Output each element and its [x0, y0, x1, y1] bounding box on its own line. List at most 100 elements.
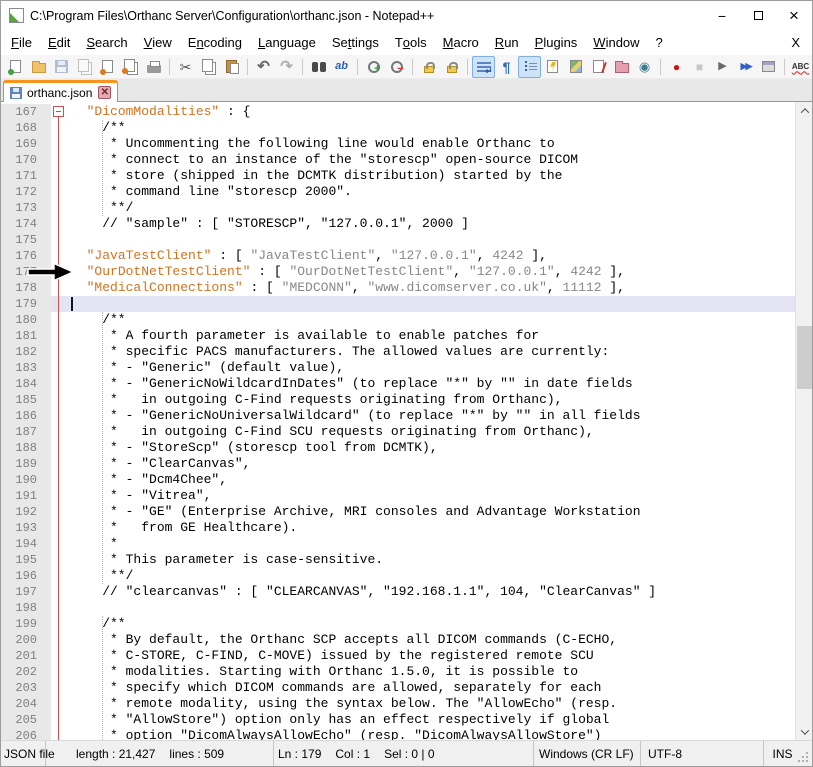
- code-line[interactable]: 187 * in outgoing C-Find SCU requests or…: [1, 424, 795, 440]
- fold-margin[interactable]: [51, 600, 67, 616]
- fold-margin[interactable]: [51, 456, 67, 472]
- find-icon[interactable]: [307, 56, 330, 78]
- line-number[interactable]: 172: [1, 184, 51, 200]
- code-line[interactable]: 195 * This parameter is case-sensitive.: [1, 552, 795, 568]
- tab-close-icon[interactable]: ✕: [98, 86, 111, 99]
- code-line[interactable]: 189 * - "ClearCanvas",: [1, 456, 795, 472]
- document-map-icon[interactable]: [564, 56, 587, 78]
- document-list-icon[interactable]: [587, 56, 610, 78]
- code-text[interactable]: [67, 600, 795, 616]
- code-text[interactable]: **/: [67, 200, 795, 216]
- code-text[interactable]: * command line "storescp 2000".: [67, 184, 795, 200]
- show-all-characters-icon[interactable]: ¶: [495, 56, 518, 78]
- code-line[interactable]: 197 // "clearcanvas" : [ "CLEARCANVAS", …: [1, 584, 795, 600]
- line-number[interactable]: 176: [1, 248, 51, 264]
- code-text[interactable]: // "clearcanvas" : [ "CLEARCANVAS", "192…: [67, 584, 795, 600]
- code-line[interactable]: 178 "MedicalConnections" : [ "MEDCONN", …: [1, 280, 795, 296]
- code-line[interactable]: 202 * modalities. Starting with Orthanc …: [1, 664, 795, 680]
- code-line[interactable]: 201 * C-STORE, C-FIND, C-MOVE) issued by…: [1, 648, 795, 664]
- code-line[interactable]: 188 * - "StoreScp" (storescp tool from D…: [1, 440, 795, 456]
- minimize-button[interactable]: −: [704, 1, 740, 30]
- fold-margin[interactable]: [51, 424, 67, 440]
- line-number[interactable]: 173: [1, 200, 51, 216]
- code-text[interactable]: * in outgoing C-Find requests originatin…: [67, 392, 795, 408]
- fold-margin[interactable]: [51, 584, 67, 600]
- code-text[interactable]: * - "Generic" (default value),: [67, 360, 795, 376]
- fold-margin[interactable]: [51, 728, 67, 740]
- code-line[interactable]: 172 * command line "storescp 2000".: [1, 184, 795, 200]
- line-number[interactable]: 189: [1, 456, 51, 472]
- fold-margin[interactable]: [51, 520, 67, 536]
- code-text[interactable]: * C-STORE, C-FIND, C-MOVE) issued by the…: [67, 648, 795, 664]
- fold-margin[interactable]: [51, 440, 67, 456]
- fold-margin[interactable]: [51, 248, 67, 264]
- line-number[interactable]: 185: [1, 392, 51, 408]
- macro-stop-icon[interactable]: ■: [688, 56, 711, 78]
- zoom-in-icon[interactable]: [362, 56, 385, 78]
- menu-search[interactable]: Search: [78, 30, 135, 55]
- menu-language[interactable]: Language: [250, 30, 324, 55]
- line-number[interactable]: 192: [1, 504, 51, 520]
- code-line[interactable]: 168 /**: [1, 120, 795, 136]
- code-line[interactable]: 169 * Uncommenting the following line wo…: [1, 136, 795, 152]
- open-file-icon[interactable]: [27, 56, 50, 78]
- fold-margin[interactable]: [51, 408, 67, 424]
- save-all-icon[interactable]: [73, 56, 96, 78]
- fold-margin[interactable]: [51, 200, 67, 216]
- code-text[interactable]: "DicomModalities" : {: [67, 104, 795, 120]
- code-text[interactable]: * - "GenericNoUniversalWildcard" (to rep…: [67, 408, 795, 424]
- code-text[interactable]: * - "Vitrea",: [67, 488, 795, 504]
- line-number[interactable]: 200: [1, 632, 51, 648]
- fold-margin[interactable]: [51, 120, 67, 136]
- fold-margin[interactable]: [51, 664, 67, 680]
- line-number[interactable]: 170: [1, 152, 51, 168]
- code-line[interactable]: 180 /**: [1, 312, 795, 328]
- code-text[interactable]: * - "GenericNoWildcardInDates" (to repla…: [67, 376, 795, 392]
- code-text[interactable]: * By default, the Orthanc SCP accepts al…: [67, 632, 795, 648]
- menu-edit[interactable]: Edit: [40, 30, 78, 55]
- close-file-icon[interactable]: [96, 56, 119, 78]
- line-number[interactable]: 199: [1, 616, 51, 632]
- code-line[interactable]: 175: [1, 232, 795, 248]
- status-encoding[interactable]: UTF-8: [641, 741, 764, 766]
- fold-margin[interactable]: [51, 216, 67, 232]
- line-number[interactable]: 179: [1, 296, 51, 312]
- macro-run-multiple-icon[interactable]: ▶▶: [734, 56, 757, 78]
- menu-window[interactable]: Window: [585, 30, 647, 55]
- code-line[interactable]: 173 **/: [1, 200, 795, 216]
- fold-margin[interactable]: [51, 648, 67, 664]
- copy-icon[interactable]: [197, 56, 220, 78]
- fold-margin[interactable]: [51, 616, 67, 632]
- line-number[interactable]: 174: [1, 216, 51, 232]
- fold-margin[interactable]: [51, 344, 67, 360]
- fold-margin[interactable]: [51, 184, 67, 200]
- print-icon[interactable]: [142, 56, 165, 78]
- code-text[interactable]: * modalities. Starting with Orthanc 1.5.…: [67, 664, 795, 680]
- code-text[interactable]: * - "GE" (Enterprise Archive, MRI consol…: [67, 504, 795, 520]
- fold-margin[interactable]: [51, 392, 67, 408]
- spell-check-icon[interactable]: ABC: [789, 56, 812, 78]
- line-number[interactable]: 188: [1, 440, 51, 456]
- line-number[interactable]: 182: [1, 344, 51, 360]
- line-number[interactable]: 205: [1, 712, 51, 728]
- code-line[interactable]: 196 **/: [1, 568, 795, 584]
- fold-margin[interactable]: [51, 296, 67, 312]
- code-line[interactable]: 181 * A fourth parameter is available to…: [1, 328, 795, 344]
- word-wrap-icon[interactable]: [472, 56, 495, 78]
- code-line[interactable]: 170 * connect to an instance of the "sto…: [1, 152, 795, 168]
- line-number[interactable]: 197: [1, 584, 51, 600]
- line-number[interactable]: 169: [1, 136, 51, 152]
- fold-margin[interactable]: [51, 360, 67, 376]
- vertical-scrollbar[interactable]: [795, 102, 812, 740]
- line-number[interactable]: 196: [1, 568, 51, 584]
- scroll-up-arrow[interactable]: [796, 102, 813, 119]
- fold-margin[interactable]: [51, 232, 67, 248]
- vertical-scrollbar-thumb[interactable]: [797, 326, 812, 389]
- fold-margin[interactable]: [51, 632, 67, 648]
- line-number[interactable]: 193: [1, 520, 51, 536]
- paste-icon[interactable]: [220, 56, 243, 78]
- code-text[interactable]: * This parameter is case-sensitive.: [67, 552, 795, 568]
- scroll-down-arrow[interactable]: [796, 723, 813, 740]
- code-line[interactable]: 185 * in outgoing C-Find requests origin…: [1, 392, 795, 408]
- menu-plugins[interactable]: Plugins: [527, 30, 586, 55]
